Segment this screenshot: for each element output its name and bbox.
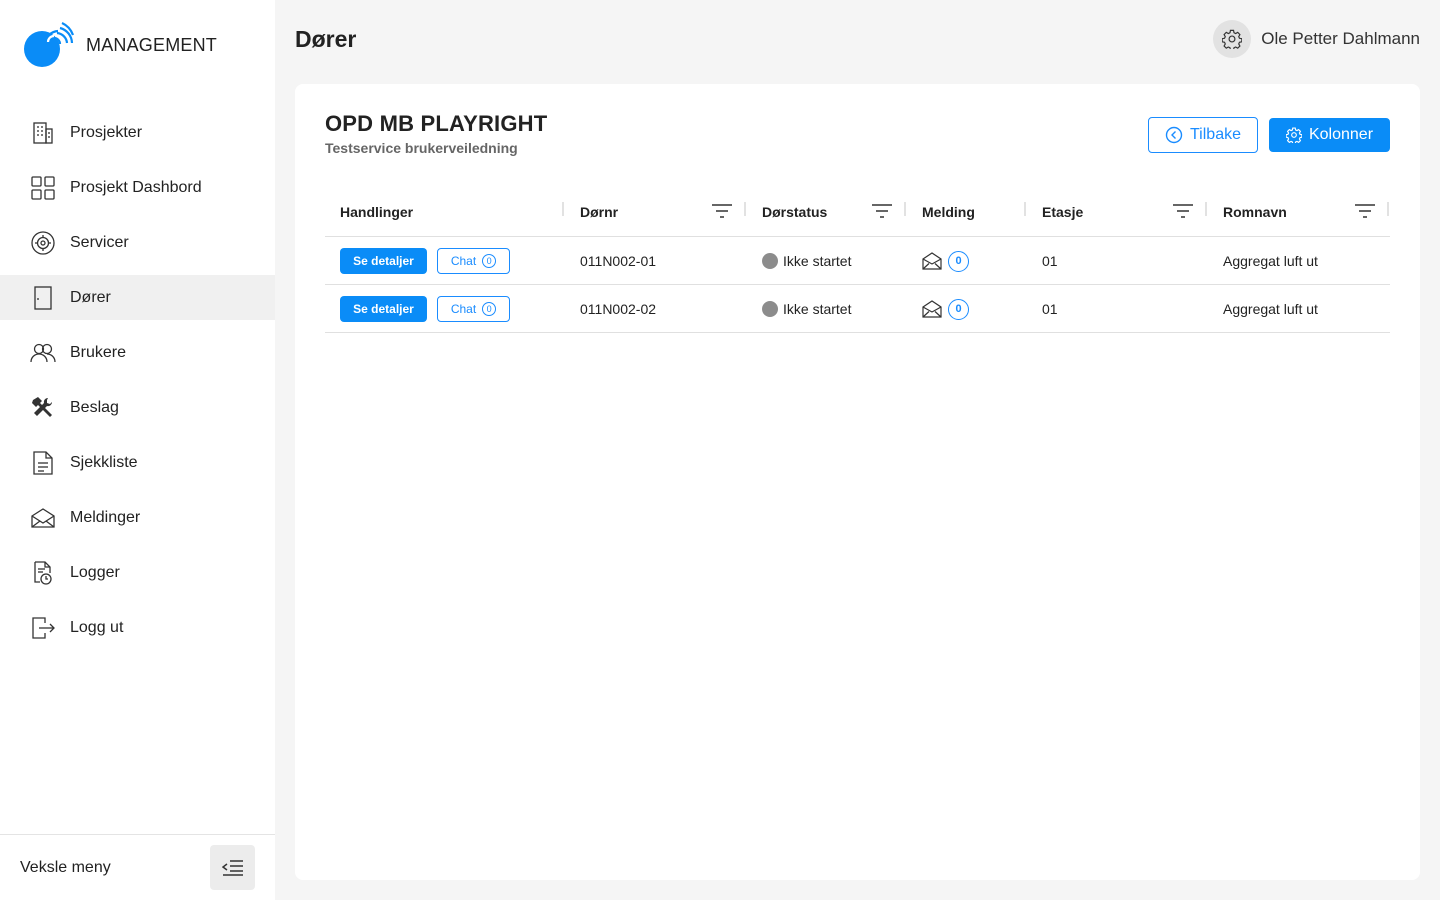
chat-count-badge: 0 — [482, 254, 497, 268]
project-title: OPD MB PLAYRIGHT — [325, 111, 548, 136]
user-menu[interactable]: Ole Petter Dahlmann — [1213, 20, 1420, 58]
avatar[interactable] — [1213, 20, 1252, 58]
column-header-door-no: Dørnr — [580, 203, 619, 220]
chat-button[interactable]: Chat 0 — [437, 248, 510, 274]
see-details-button[interactable]: Se detaljer — [340, 248, 427, 274]
gear-icon — [1222, 29, 1243, 49]
sidebar-footer: Veksle meny — [0, 834, 275, 900]
floor: 01 — [1042, 253, 1058, 269]
envelope-icon — [922, 300, 942, 318]
sidebar-item-logg-ut[interactable]: Logg ut — [0, 605, 275, 650]
sidebar-item-label: Logger — [70, 563, 120, 581]
sidebar-item-sjekkliste[interactable]: Sjekkliste — [0, 440, 275, 485]
sidebar-item-label: Prosjekter — [70, 123, 143, 141]
column-separator[interactable] — [1205, 202, 1207, 216]
doors-card: OPD MB PLAYRIGHT Testservice brukerveile… — [295, 84, 1420, 880]
door-status-label: Ikke startet — [783, 253, 852, 269]
filter-icon[interactable] — [712, 202, 732, 220]
door-number: 011N002-01 — [580, 253, 657, 269]
column-header-room: Romnavn — [1223, 203, 1287, 220]
sidebar-item-dorer[interactable]: Dører — [0, 275, 275, 320]
sidebar-item-prosjekt-dashbord[interactable]: Prosjekt Dashbord — [0, 165, 275, 210]
column-header-floor: Etasje — [1042, 203, 1084, 220]
door-number: 011N002-02 — [580, 301, 657, 317]
envelope-icon — [30, 505, 56, 531]
sidebar: MANAGEMENT Prosjekter Prosjekt Dashbord … — [0, 0, 275, 900]
column-separator[interactable] — [1024, 202, 1026, 216]
grid-icon — [30, 175, 56, 201]
toggle-menu-button[interactable] — [210, 845, 255, 890]
sidebar-item-label: Servicer — [70, 233, 129, 251]
service-gear-icon — [30, 230, 56, 256]
message-cell[interactable]: 0 — [922, 285, 969, 333]
chat-count-badge: 0 — [482, 302, 497, 316]
sidebar-item-label: Logg ut — [70, 618, 124, 636]
sidebar-item-label: Dører — [70, 288, 111, 306]
project-subtitle: Testservice brukerveiledning — [325, 140, 518, 156]
door-icon — [30, 285, 56, 311]
columns-button[interactable]: Kolonner — [1269, 118, 1390, 152]
sidebar-item-label: Sjekkliste — [70, 453, 138, 471]
app-name: MANAGEMENT — [86, 34, 218, 55]
floor: 01 — [1042, 301, 1058, 317]
message-cell[interactable]: 0 — [922, 237, 969, 285]
sidebar-item-prosjekter[interactable]: Prosjekter — [0, 110, 275, 155]
column-separator[interactable] — [562, 202, 564, 216]
sidebar-item-label: Beslag — [70, 398, 119, 416]
chat-button-label: Chat — [450, 302, 477, 316]
app-logo[interactable]: MANAGEMENT — [24, 22, 217, 68]
tools-icon — [30, 395, 56, 421]
message-count-badge: 0 — [948, 250, 969, 272]
filter-icon[interactable] — [872, 202, 892, 220]
door-status: Ikke startet — [762, 285, 851, 333]
column-separator[interactable] — [744, 202, 746, 216]
envelope-icon — [922, 252, 942, 270]
message-count-badge: 0 — [948, 298, 969, 320]
doors-table: Handlinger Dørnr Dørstatus Melding Etasj… — [325, 186, 1390, 333]
column-header-message: Melding — [922, 203, 975, 220]
table-row: Se detaljer Chat 0 011N002-01 Ikke start… — [325, 237, 1390, 285]
back-button[interactable]: Tilbake — [1148, 117, 1258, 153]
table-header: Handlinger Dørnr Dørstatus Melding Etasj… — [325, 186, 1390, 237]
door-status: Ikke startet — [762, 237, 851, 285]
page-title: Dører — [295, 26, 357, 52]
door-status-label: Ikke startet — [783, 301, 852, 317]
sidebar-nav: Prosjekter Prosjekt Dashbord Servicer Dø… — [0, 110, 275, 660]
room-name: Aggregat luft ut — [1223, 301, 1318, 317]
toggle-menu-label: Veksle meny — [20, 858, 111, 876]
gear-icon — [1285, 127, 1302, 143]
sidebar-item-servicer[interactable]: Servicer — [0, 220, 275, 265]
filter-icon[interactable] — [1173, 202, 1193, 220]
sidebar-item-logger[interactable]: Logger — [0, 550, 275, 595]
chevron-left-circle-icon — [1165, 126, 1183, 144]
sidebar-item-label: Prosjekt Dashbord — [70, 178, 202, 196]
user-name: Ole Petter Dahlmann — [1261, 29, 1420, 48]
sidebar-item-brukere[interactable]: Brukere — [0, 330, 275, 375]
status-dot — [762, 301, 778, 317]
log-icon — [30, 560, 56, 586]
filter-icon[interactable] — [1355, 202, 1375, 220]
chat-button[interactable]: Chat 0 — [437, 296, 510, 322]
sidebar-item-label: Meldinger — [70, 508, 141, 526]
users-icon — [30, 340, 56, 366]
sidebar-item-label: Brukere — [70, 343, 127, 361]
columns-button-label: Kolonner — [1308, 126, 1374, 143]
chat-button-label: Chat — [450, 254, 477, 268]
sidebar-item-beslag[interactable]: Beslag — [0, 385, 275, 430]
back-button-label: Tilbake — [1190, 126, 1241, 143]
document-icon — [30, 450, 56, 476]
logout-icon — [30, 615, 56, 641]
column-header-status: Dørstatus — [762, 203, 828, 220]
column-separator[interactable] — [904, 202, 906, 216]
building-icon — [30, 120, 56, 146]
sidebar-item-meldinger[interactable]: Meldinger — [0, 495, 275, 540]
column-header-actions: Handlinger — [340, 203, 414, 220]
room-name: Aggregat luft ut — [1223, 253, 1318, 269]
status-dot — [762, 253, 778, 269]
see-details-button[interactable]: Se detaljer — [340, 296, 427, 322]
column-separator[interactable] — [1387, 202, 1389, 216]
collapse-menu-icon — [221, 859, 243, 876]
logo-icon — [24, 22, 74, 67]
table-row: Se detaljer Chat 0 011N002-02 Ikke start… — [325, 285, 1390, 333]
